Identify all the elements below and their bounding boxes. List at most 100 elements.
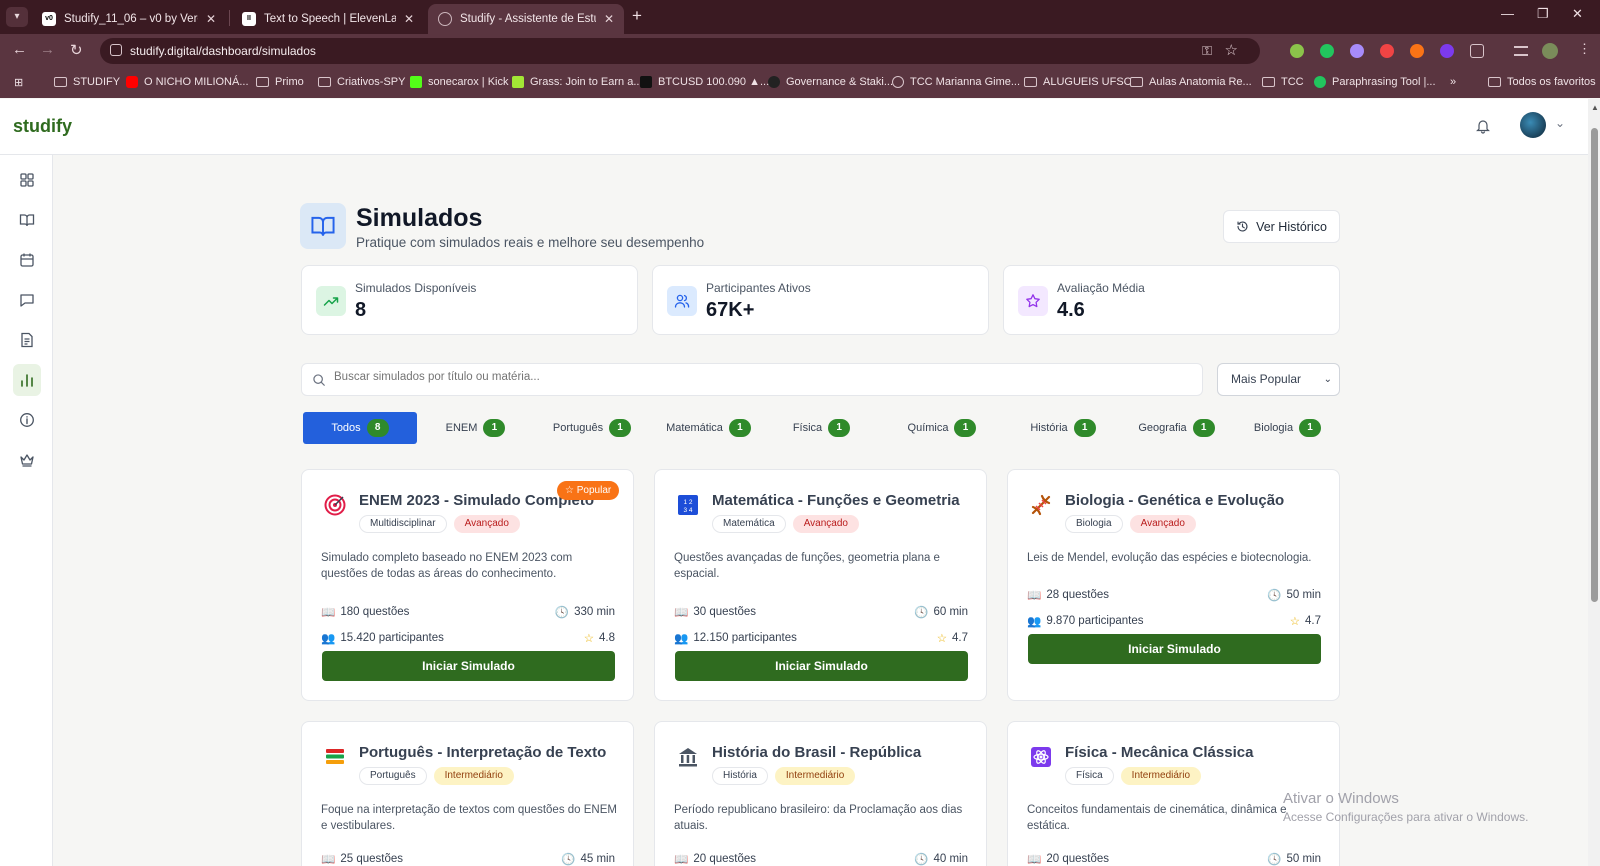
bookmark-item[interactable]: STUDIFY <box>54 76 120 88</box>
all-favorites-folder[interactable]: Todos os favoritos <box>1488 76 1596 88</box>
filter-tab-portugues[interactable]: Português 1 <box>534 412 650 444</box>
folder-icon <box>1262 77 1275 87</box>
browser-menu-icon[interactable]: ⋮ <box>1578 41 1591 57</box>
bookmark-label: Primo <box>275 76 304 88</box>
filter-label: Química <box>907 422 949 434</box>
bookmark-item[interactable]: TCC <box>1262 76 1304 88</box>
bookmark-label: TCC Marianna Gime... <box>910 76 1021 88</box>
close-tab-icon[interactable]: ✕ <box>206 12 216 26</box>
extension-icon[interactable] <box>1350 44 1364 58</box>
filter-tab-enem[interactable]: ENEM 1 <box>417 412 534 444</box>
extension-icon[interactable] <box>1440 44 1454 58</box>
level-badge: Intermediário <box>1120 767 1202 785</box>
minimize-window-button[interactable]: — <box>1501 6 1514 21</box>
bookmark-item[interactable]: Criativos-SPY <box>318 76 405 88</box>
apps-grid-icon[interactable]: ⊞ <box>14 76 23 89</box>
bookmark-item[interactable]: Paraphrasing Tool |... <box>1314 76 1436 88</box>
filter-tab-geografia[interactable]: Geografia 1 <box>1118 412 1235 444</box>
browser-tab[interactable]: v0 Studify_11_06 – v0 by Vercel ✕ <box>32 4 226 34</box>
sidebar-item-chat[interactable] <box>16 289 38 311</box>
filter-label: Todos <box>331 422 361 434</box>
chevron-down-icon[interactable]: ⌄ <box>1555 116 1565 130</box>
questions-count: 📖 180 questões <box>321 605 409 619</box>
bookmark-item[interactable]: Grass: Join to Earn a... <box>512 76 643 88</box>
browser-tab-active[interactable]: Studify - Assistente de Estudos ✕ <box>428 4 624 34</box>
bell-icon[interactable] <box>1476 118 1490 134</box>
card-description: Questões avançadas de funções, geometria… <box>674 552 940 580</box>
stat-card: Avaliação Média 4.6 <box>1003 265 1340 335</box>
bookmark-item[interactable]: sonecarox | Kick <box>410 76 509 88</box>
sidebar-item-info[interactable] <box>16 409 38 431</box>
extension-icon[interactable] <box>1380 44 1394 58</box>
sort-select[interactable]: Mais Popular ⌄ <box>1217 363 1340 396</box>
folder-icon <box>1488 77 1501 87</box>
profile-avatar-icon[interactable] <box>1542 43 1558 59</box>
forward-icon[interactable]: → <box>40 41 55 58</box>
sidebar-item-premium[interactable] <box>16 449 38 471</box>
start-simulado-button[interactable]: Iniciar Simulado <box>675 651 968 681</box>
subject-badge: Matemática <box>712 515 786 533</box>
scroll-up-arrow-icon[interactable]: ▲ <box>1591 103 1599 112</box>
bookmark-item[interactable]: BTCUSD 100.090 ▲... <box>640 76 769 88</box>
filter-tab-historia[interactable]: História 1 <box>1008 412 1118 444</box>
search-input[interactable] <box>334 371 1184 383</box>
bookmark-item[interactable]: O NICHO MILIONÁ... <box>126 76 249 88</box>
reload-icon[interactable]: ↻ <box>70 41 83 59</box>
grass-extension-icon[interactable] <box>1290 44 1304 58</box>
folder-icon <box>1024 77 1037 87</box>
extension-icon[interactable] <box>1320 44 1334 58</box>
tab-search-button[interactable]: ▾ <box>6 7 28 27</box>
users-icon: 👥 <box>1027 616 1042 628</box>
bookmark-item[interactable]: ALUGUEIS UFSC <box>1024 76 1132 88</box>
history-button[interactable]: Ver Histórico <box>1223 210 1340 243</box>
level-badge: Avançado <box>792 515 859 533</box>
site-info-icon[interactable] <box>110 44 122 56</box>
sidebar-item-simulados[interactable] <box>13 364 41 396</box>
duration: 🕓 60 min <box>914 605 968 619</box>
password-key-icon[interactable]: ⚿ <box>1202 43 1212 59</box>
filter-tab-todos[interactable]: Todos 8 <box>303 412 417 444</box>
clock-icon: 🕓 <box>914 607 929 619</box>
sidebar-item-calendar[interactable] <box>16 249 38 271</box>
brand-logo[interactable]: studify <box>13 116 72 137</box>
bookmark-item[interactable]: Aulas Anatomia Re... <box>1130 76 1252 88</box>
sidebar-item-documents[interactable] <box>16 329 38 351</box>
filter-tab-fisica[interactable]: Física 1 <box>767 412 876 444</box>
sidebar-item-dashboard[interactable] <box>16 169 38 191</box>
simulado-card: 1 23 4 Matemática - Funções e Geometria … <box>654 469 987 701</box>
restore-window-button[interactable]: ❐ <box>1537 6 1549 22</box>
rating-text: 4.8 <box>599 632 615 644</box>
bookmark-star-icon[interactable]: ☆ <box>1225 41 1238 59</box>
clock-icon: 🕓 <box>561 854 576 866</box>
extensions-puzzle-icon[interactable] <box>1470 44 1484 58</box>
scrollbar-thumb[interactable] <box>1591 128 1598 602</box>
bookmark-item[interactable]: Governance & Staki... <box>768 76 893 88</box>
filter-tab-biologia[interactable]: Biologia 1 <box>1235 412 1340 444</box>
new-tab-button[interactable]: + <box>632 6 642 26</box>
card-title: História do Brasil - República <box>712 744 922 761</box>
target-icon <box>322 492 348 518</box>
sidebar-item-books[interactable] <box>16 209 38 231</box>
filter-tab-matematica[interactable]: Matemática 1 <box>650 412 767 444</box>
filter-label: Português <box>552 422 604 434</box>
user-avatar[interactable] <box>1520 112 1546 138</box>
start-simulado-button[interactable]: Iniciar Simulado <box>322 651 615 681</box>
filter-tab-quimica[interactable]: Química 1 <box>876 412 1008 444</box>
extension-icon[interactable] <box>1410 44 1424 58</box>
k-icon <box>768 76 780 88</box>
close-window-button[interactable]: ✕ <box>1572 6 1583 22</box>
filter-count-badge: 1 <box>1073 419 1096 437</box>
bookmark-item[interactable]: Primo <box>256 76 304 88</box>
participants-count: 👥 9.870 participantes <box>1027 614 1144 628</box>
browser-tab[interactable]: II Text to Speech | ElevenLabs ✕ <box>232 4 424 34</box>
more-bookmarks-button[interactable]: » <box>1450 76 1456 88</box>
close-tab-icon[interactable]: ✕ <box>404 12 414 26</box>
address-bar[interactable]: studify.digital/dashboard/simulados ⚿ ☆ <box>100 38 1260 64</box>
reading-list-icon[interactable] <box>1514 46 1528 56</box>
stat-value: 67K+ <box>706 299 755 321</box>
book-icon: 📖 <box>321 854 336 866</box>
bookmark-item[interactable]: TCC Marianna Gime... <box>892 76 1020 88</box>
back-icon[interactable]: ← <box>12 41 27 58</box>
start-simulado-button[interactable]: Iniciar Simulado <box>1028 634 1321 664</box>
close-tab-icon[interactable]: ✕ <box>604 12 614 26</box>
